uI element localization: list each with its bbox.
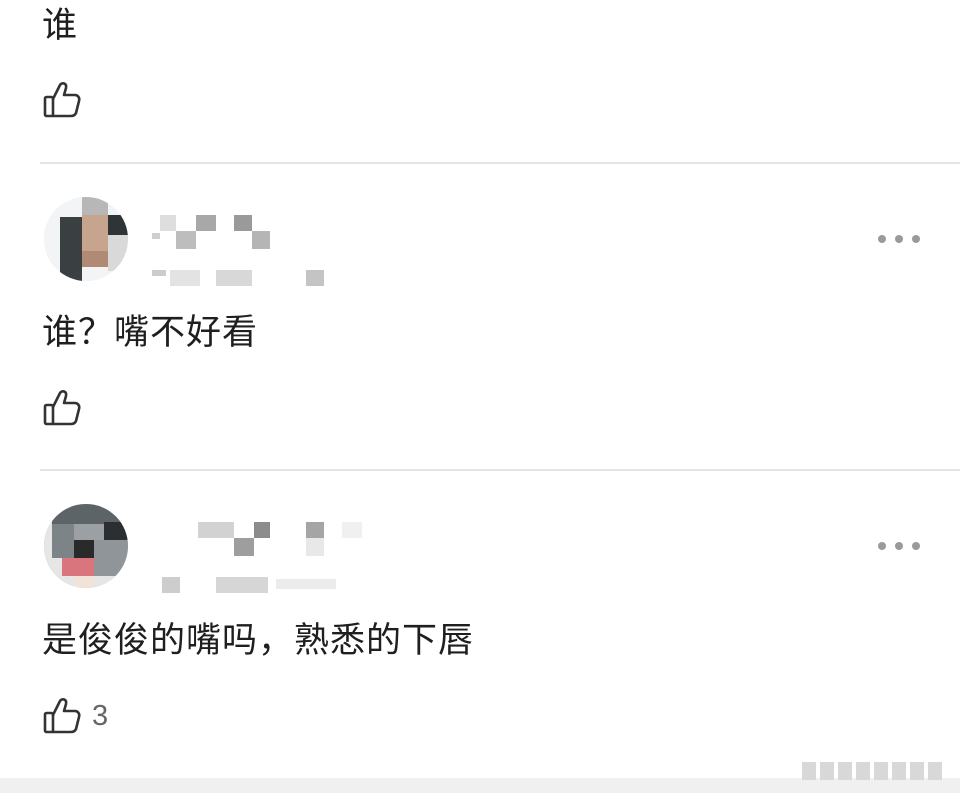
like-button[interactable]: 3 [42, 696, 108, 736]
comment-thread: 谁 谁？嘴不好看 是俊俊的嘴吗，熟悉的下唇 3 [0, 0, 960, 793]
thumbs-up-icon [42, 696, 82, 736]
comment-text: 谁？嘴不好看 [42, 313, 259, 353]
comment-meta [150, 268, 330, 288]
like-button[interactable] [42, 388, 92, 428]
divider [40, 469, 960, 471]
username[interactable] [150, 520, 390, 560]
thumbs-up-icon [42, 80, 82, 120]
avatar[interactable] [44, 197, 128, 281]
comment-meta [150, 575, 350, 595]
username[interactable] [150, 213, 280, 253]
comment-text: 是俊俊的嘴吗，熟悉的下唇 [42, 621, 475, 661]
avatar[interactable] [44, 504, 128, 588]
more-options-button[interactable] [878, 229, 920, 249]
like-count: 3 [92, 699, 109, 732]
divider [40, 162, 960, 164]
like-button[interactable] [42, 80, 92, 120]
more-options-button[interactable] [878, 536, 920, 556]
thumbs-up-icon [42, 388, 82, 428]
watermark [802, 758, 952, 784]
comment-text: 谁 [42, 6, 79, 46]
